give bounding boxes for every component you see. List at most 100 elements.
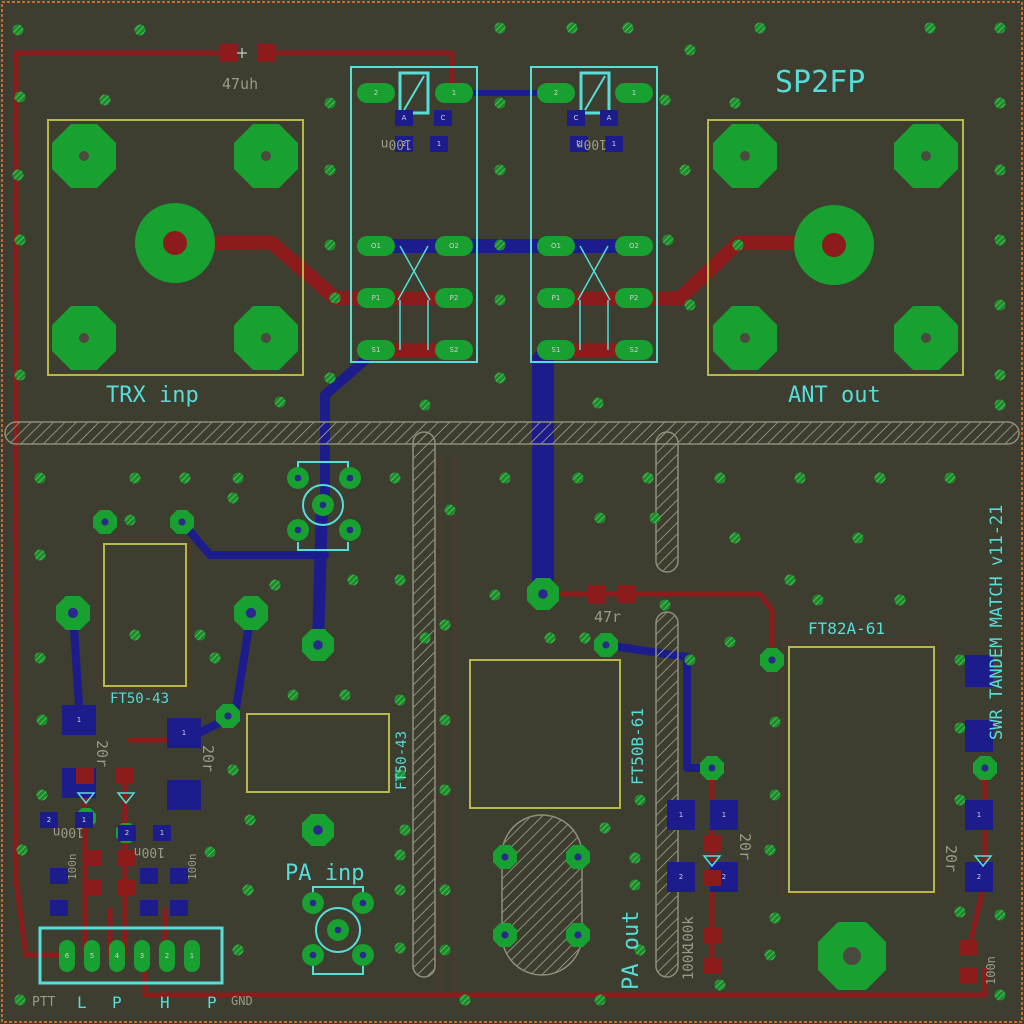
ground-via [324,372,336,384]
ground-via [12,24,24,36]
ground-via [954,906,966,918]
header-label-h: H [160,993,170,1012]
ground-via [714,979,726,991]
ground-via [12,169,24,181]
ground-via [242,884,254,896]
header-label-p2: P [207,993,217,1012]
tht-pad-hole [294,526,302,534]
relay2-label-s1: S1 [552,346,561,354]
relay1-label-p1: P1 [372,294,381,302]
label-relay1-100n: 100n [381,136,412,151]
ground-via [629,852,641,864]
ground-via [419,632,431,644]
tht-pad-hole [313,640,323,650]
label-47r: 47r [594,608,621,626]
label-ft50-43-left: FT50-43 [110,691,169,707]
ground-via [179,472,191,484]
ground-via [729,532,741,544]
ground-via [592,397,604,409]
left-cap-b-2: 2 [125,829,129,837]
ground-via [14,994,26,1006]
ground-via [579,632,591,644]
tht-pad-hole [319,501,327,509]
relay1-diode-a: A [402,114,407,122]
pa-trafo-pin-2a: 2 [679,873,683,881]
ground-via [227,492,239,504]
label-pa-inp: PA inp [285,861,364,886]
left-trafo-pin-2: 1 [182,729,186,737]
ground-via [794,472,806,484]
tht-pad-hole [313,825,323,835]
ground-via [269,579,281,591]
ground-via [232,944,244,956]
label-right-100n: 100n [984,956,998,985]
ground-via [347,574,359,586]
header-label-p1: P [112,993,122,1012]
pcb-layout-diagram: O1 O2 P1 P2 S1 S2 2 1 O1 O2 P1 P2 S1 S2 … [0,0,1024,1024]
right-trafo-pin-1: 1 [977,811,981,819]
ground-via [444,504,456,516]
ground-via [684,299,696,311]
tht-pad-hole [309,951,317,959]
ground-via [994,22,1006,34]
ground-via [622,22,634,34]
header-label-2: 2 [165,952,169,960]
label-20r-left-a: 20r [93,740,111,767]
ground-via [954,654,966,666]
ground-via [394,694,406,706]
ground-via [494,239,506,251]
hatch-horizontal-bar [4,421,1020,445]
relay2-diode-a: A [607,114,612,122]
tht-pad-hole [708,764,716,772]
ground-via [659,599,671,611]
ground-via [439,944,451,956]
ground-via [494,164,506,176]
ground-via [394,942,406,954]
ground-via [324,239,336,251]
ground-via [994,164,1006,176]
ground-via [679,164,691,176]
ground-via [16,844,28,856]
header-label-l: L [77,993,87,1012]
trace-pa-in [312,499,328,651]
tht-pad-hole [334,926,342,934]
label-relay2-100n: 100n [576,136,607,151]
ground-via [494,294,506,306]
ground-via [769,716,781,728]
ground-via [204,846,216,858]
label-ft50b-61: FT50B-61 [628,708,647,785]
ground-via [852,532,864,544]
tht-pad-hole [346,526,354,534]
ground-via [394,884,406,896]
ground-via [649,512,661,524]
relay2-label-p2: P2 [630,294,639,302]
tht-pad-hole [245,607,257,619]
right-trafo-pin-2: 2 [977,873,981,881]
header-label-6: 6 [65,952,70,960]
ground-via [129,472,141,484]
ground-via [419,399,431,411]
label-pa-out: PA out [619,911,644,990]
ground-via [994,97,1006,109]
ground-via [274,396,286,408]
tht-pad-hole [224,712,232,720]
left-cap-b-1: 1 [160,829,164,837]
ground-via [439,884,451,896]
ground-via [494,372,506,384]
ground-via [924,22,936,34]
ground-via [394,849,406,861]
ground-via [599,822,611,834]
label-20r-pa: 20r [736,833,754,860]
ground-via [227,764,239,776]
label-left-100n-b: 100n [134,844,165,859]
ground-via [134,24,146,36]
label-ft82a-61: FT82A-61 [808,619,885,638]
ground-via [572,472,584,484]
ground-via [209,652,221,664]
ground-via [489,589,501,601]
ground-via [324,164,336,176]
ground-via [459,994,471,1006]
board-title: SP2FP [775,65,865,100]
tht-pad-hole [981,764,989,772]
label-ft50-43-mid: FT50-43 [394,731,410,790]
